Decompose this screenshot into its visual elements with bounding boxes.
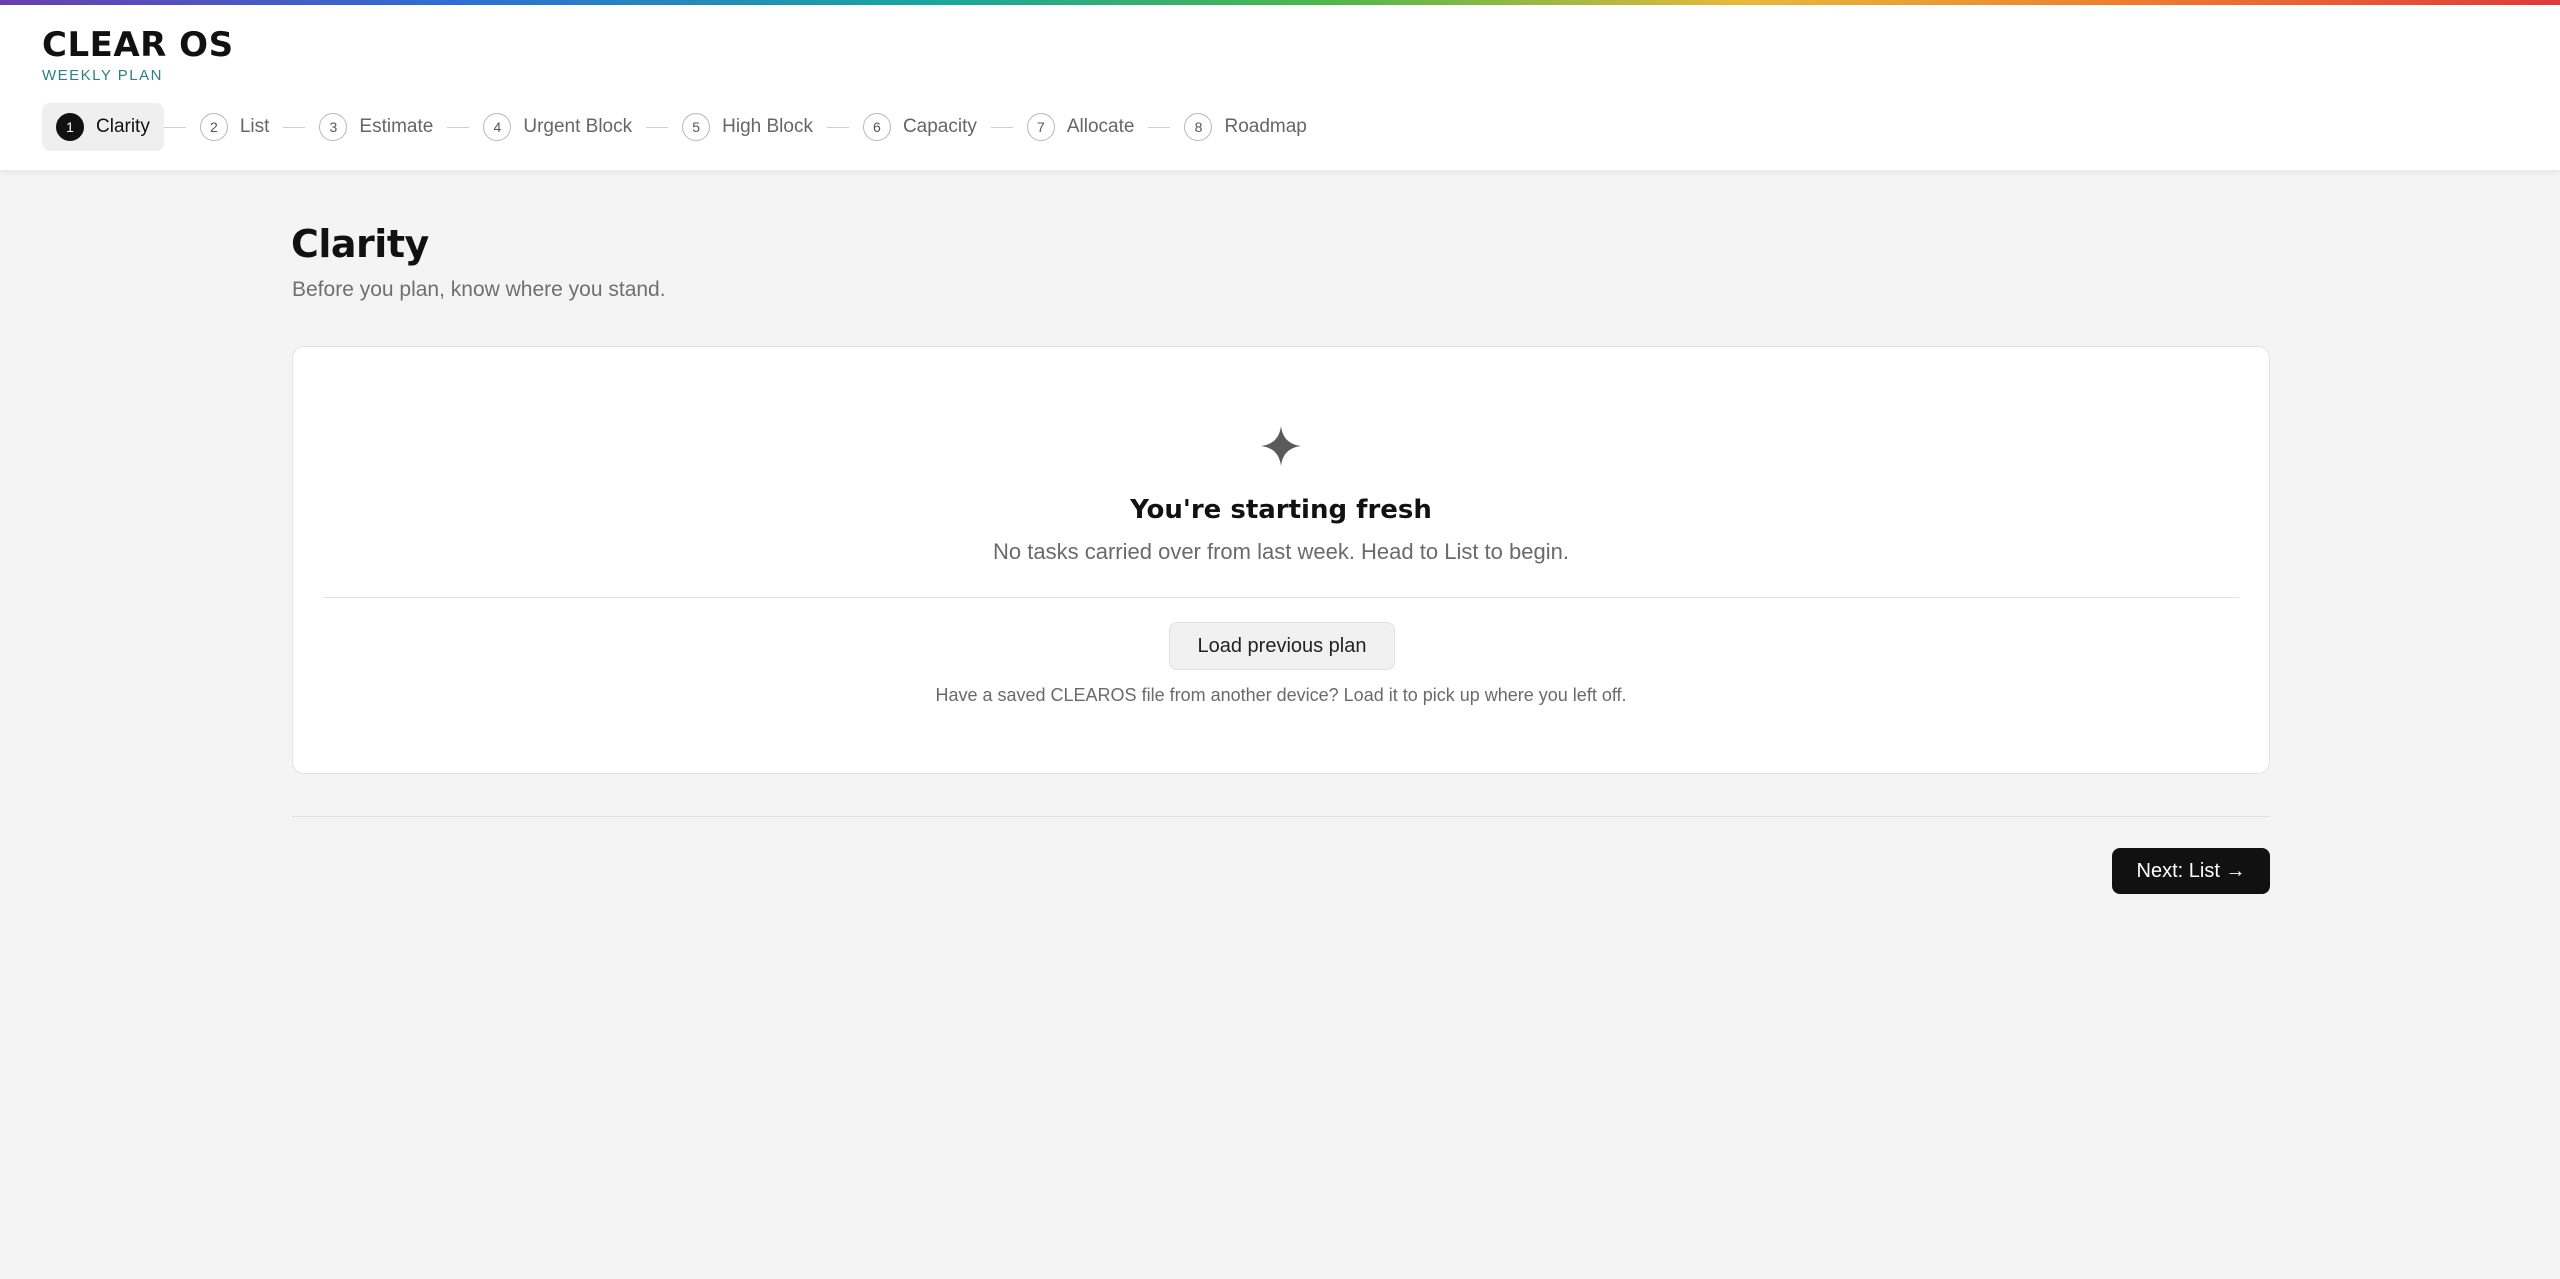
step-label: Estimate: [359, 116, 434, 137]
step-number: 3: [319, 113, 348, 141]
step-clarity[interactable]: 1 Clarity: [42, 103, 164, 151]
load-hint-text: Have a saved CLEAROS file from another d…: [935, 685, 1627, 705]
next-button[interactable]: Next: List →: [2112, 848, 2270, 894]
step-number: 1: [56, 113, 84, 141]
page-subtitle: Before you plan, know where you stand.: [292, 278, 666, 301]
step-capacity[interactable]: 6 Capacity: [849, 103, 991, 151]
step-estimate[interactable]: 3 Estimate: [305, 103, 447, 151]
step-number: 8: [1184, 113, 1213, 141]
step-label: Urgent Block: [523, 116, 633, 137]
brand: CLEAR OS WEEKLY PLAN: [42, 25, 234, 84]
step-number: 2: [199, 113, 228, 141]
empty-state-heading: You're starting fresh: [1130, 495, 1432, 525]
app-subtitle: WEEKLY PLAN: [42, 67, 163, 84]
step-number: 5: [682, 113, 711, 141]
card-divider: [323, 597, 2239, 598]
step-list[interactable]: 2 List: [186, 103, 284, 151]
footer-divider: [292, 816, 2270, 817]
load-previous-plan-button[interactable]: Load previous plan: [1169, 622, 1395, 670]
step-label: Allocate: [1066, 116, 1135, 137]
step-label: High Block: [722, 116, 813, 137]
step-navigation: 1 Clarity 2 List 3 Estimate 4 Urgent Blo…: [42, 103, 1321, 151]
step-separator: [1148, 126, 1171, 128]
app-header: CLEAR OS WEEKLY PLAN 1 Clarity 2 List 3 …: [0, 5, 2560, 171]
empty-state-text: No tasks carried over from last week. He…: [993, 539, 1569, 564]
step-number: 4: [483, 113, 512, 141]
step-label: Roadmap: [1224, 116, 1307, 137]
step-roadmap[interactable]: 8 Roadmap: [1170, 103, 1320, 151]
empty-state-card: You're starting fresh No tasks carried o…: [292, 346, 2270, 774]
step-high-block[interactable]: 5 High Block: [668, 103, 827, 151]
sparkle-icon: [1261, 426, 1301, 466]
step-allocate[interactable]: 7 Allocate: [1013, 103, 1149, 151]
step-label: Clarity: [96, 116, 150, 137]
step-number: 7: [1026, 113, 1055, 141]
step-urgent-block[interactable]: 4 Urgent Block: [469, 103, 646, 151]
step-separator: [646, 126, 669, 128]
step-separator: [163, 126, 186, 128]
step-label: Capacity: [902, 116, 977, 137]
step-separator: [283, 126, 306, 128]
step-separator: [990, 126, 1013, 128]
step-number: 6: [862, 113, 891, 141]
step-separator: [447, 126, 470, 128]
app-title: CLEAR OS: [42, 25, 234, 65]
step-label: List: [239, 116, 270, 137]
page-title: Clarity: [291, 222, 429, 266]
step-separator: [826, 126, 849, 128]
